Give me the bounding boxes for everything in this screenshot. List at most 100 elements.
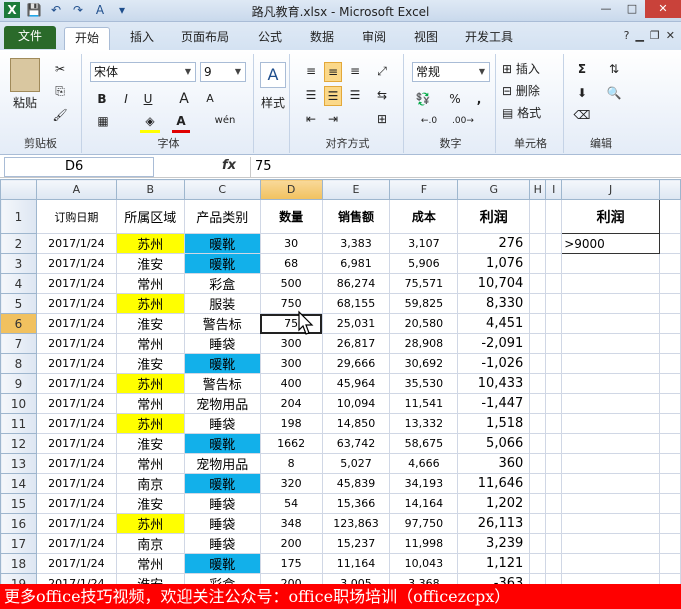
tab-home[interactable]: 开始 [64, 27, 110, 50]
phonetic-icon[interactable]: wén [212, 112, 238, 130]
cell-date[interactable]: 2017/1/24 [35, 353, 117, 374]
column-header-i[interactable]: I [545, 179, 563, 200]
row-header[interactable]: 9 [0, 373, 37, 394]
cell-j[interactable] [561, 393, 660, 414]
fill-icon[interactable]: ⬇ [572, 84, 592, 102]
row-header[interactable]: 1 [0, 199, 37, 234]
tab-formulas[interactable]: 公式 [248, 27, 292, 50]
cell-date[interactable]: 2017/1/24 [35, 233, 117, 254]
cell-h[interactable] [529, 199, 547, 234]
tab-review[interactable]: 审阅 [352, 27, 396, 50]
cell-region[interactable]: 南京 [115, 533, 185, 554]
cell-profit[interactable]: 11,646 [457, 473, 531, 494]
cell-k[interactable] [658, 573, 681, 584]
cell-sales[interactable]: 45,839 [321, 473, 391, 494]
cell-k[interactable] [658, 413, 681, 434]
font-color-icon[interactable]: A [172, 112, 190, 133]
cell-k[interactable] [658, 333, 681, 354]
style-button[interactable]: 样式 [256, 94, 290, 112]
cell-i[interactable] [545, 273, 563, 294]
cell-sales[interactable]: 45,964 [321, 373, 391, 394]
cell-quantity[interactable]: 320 [259, 473, 323, 494]
row-header[interactable]: 17 [0, 533, 37, 554]
cell-profit[interactable]: 276 [457, 233, 531, 254]
cell-date[interactable]: 2017/1/24 [35, 313, 117, 334]
cell-quantity[interactable]: 68 [259, 253, 323, 274]
column-header-d[interactable]: D [259, 179, 323, 200]
delete-cells-button[interactable]: ⊟ 删除 [502, 82, 562, 100]
cell-sales[interactable]: 26,817 [321, 333, 391, 354]
cell-i[interactable] [545, 353, 563, 374]
row-header[interactable]: 4 [0, 273, 37, 294]
row-header[interactable]: 3 [0, 253, 37, 274]
cell-i[interactable] [545, 253, 563, 274]
cell-i[interactable] [545, 573, 563, 584]
increase-decimal-icon[interactable]: ←.0 [416, 112, 442, 130]
row-header[interactable]: 5 [0, 293, 37, 314]
column-header-g[interactable]: G [457, 179, 531, 200]
cell-date[interactable]: 2017/1/24 [35, 493, 117, 514]
header-region[interactable]: 所属区域 [115, 199, 185, 234]
cell-j[interactable] [561, 353, 660, 374]
cell-profit[interactable]: 3,239 [457, 533, 531, 554]
cell-k[interactable] [658, 293, 681, 314]
column-header-a[interactable]: A [35, 179, 117, 200]
cell-quantity[interactable]: 500 [259, 273, 323, 294]
cell-h[interactable] [529, 493, 547, 514]
cell-date[interactable]: 2017/1/24 [35, 573, 117, 584]
format-painter-icon[interactable]: 🖌 [50, 106, 70, 124]
cell-j[interactable] [561, 273, 660, 294]
tab-view[interactable]: 视图 [404, 27, 448, 50]
cell-sales[interactable]: 86,274 [321, 273, 391, 294]
cell-cost[interactable]: 59,825 [389, 293, 459, 314]
cell-category[interactable]: 彩盒 [183, 273, 261, 294]
cell-k[interactable] [658, 513, 681, 534]
cell-profit[interactable]: -1,026 [457, 353, 531, 374]
cell-k[interactable] [658, 533, 681, 554]
cell-j[interactable] [561, 473, 660, 494]
autosum-icon[interactable]: Σ [572, 60, 592, 78]
cell-region[interactable]: 淮安 [115, 353, 185, 374]
row-header[interactable]: 18 [0, 553, 37, 574]
cell-i[interactable] [545, 413, 563, 434]
row-header[interactable]: 12 [0, 433, 37, 454]
orientation-icon[interactable]: ⤢ [372, 62, 392, 80]
cell-k[interactable] [658, 199, 681, 234]
cell-sales[interactable]: 25,031 [321, 313, 391, 334]
cell-profit[interactable]: 360 [457, 453, 531, 474]
cell-i[interactable] [545, 453, 563, 474]
style-icon[interactable]: A [260, 62, 286, 88]
cell-i[interactable] [545, 233, 563, 254]
borders-icon[interactable]: ▦ [94, 112, 112, 130]
cell-j[interactable] [561, 493, 660, 514]
cell-date[interactable]: 2017/1/24 [35, 413, 117, 434]
cell-category[interactable]: 警告标 [183, 313, 261, 334]
cell-region[interactable]: 南京 [115, 473, 185, 494]
cell-cost[interactable]: 97,750 [389, 513, 459, 534]
align-top-icon[interactable]: ≡ [302, 62, 320, 80]
cell-j[interactable] [561, 333, 660, 354]
criteria-header[interactable]: 利润 [561, 199, 660, 234]
sheet-table[interactable]: A B C D E F G H I J 1 订购日期 所属区域 产品类别 数量 销售额 成本 利润 利润 2 2017/… [0, 179, 681, 584]
cell-j[interactable] [561, 553, 660, 574]
decrease-decimal-icon[interactable]: .00→ [450, 112, 476, 130]
format-cells-button[interactable]: ▤ 格式 [502, 104, 562, 122]
cell-profit[interactable]: 4,451 [457, 313, 531, 334]
row-header[interactable]: 10 [0, 393, 37, 414]
cell-i[interactable] [545, 493, 563, 514]
cell-date[interactable]: 2017/1/24 [35, 553, 117, 574]
cell-j[interactable] [561, 433, 660, 454]
cell-category[interactable]: 暖靴 [183, 353, 261, 374]
cell-quantity[interactable]: 1662 [259, 433, 323, 454]
insert-function-button[interactable]: fx [222, 158, 236, 173]
align-center-icon[interactable]: ☰ [324, 86, 342, 106]
cell-h[interactable] [529, 393, 547, 414]
cell-j[interactable] [561, 513, 660, 534]
cell-h[interactable] [529, 273, 547, 294]
cell-profit[interactable]: 1,518 [457, 413, 531, 434]
header-quantity[interactable]: 数量 [259, 199, 323, 234]
cell-k[interactable] [658, 433, 681, 454]
cell-date[interactable]: 2017/1/24 [35, 533, 117, 554]
header-order-date[interactable]: 订购日期 [35, 199, 117, 234]
cell-sales[interactable]: 63,742 [321, 433, 391, 454]
